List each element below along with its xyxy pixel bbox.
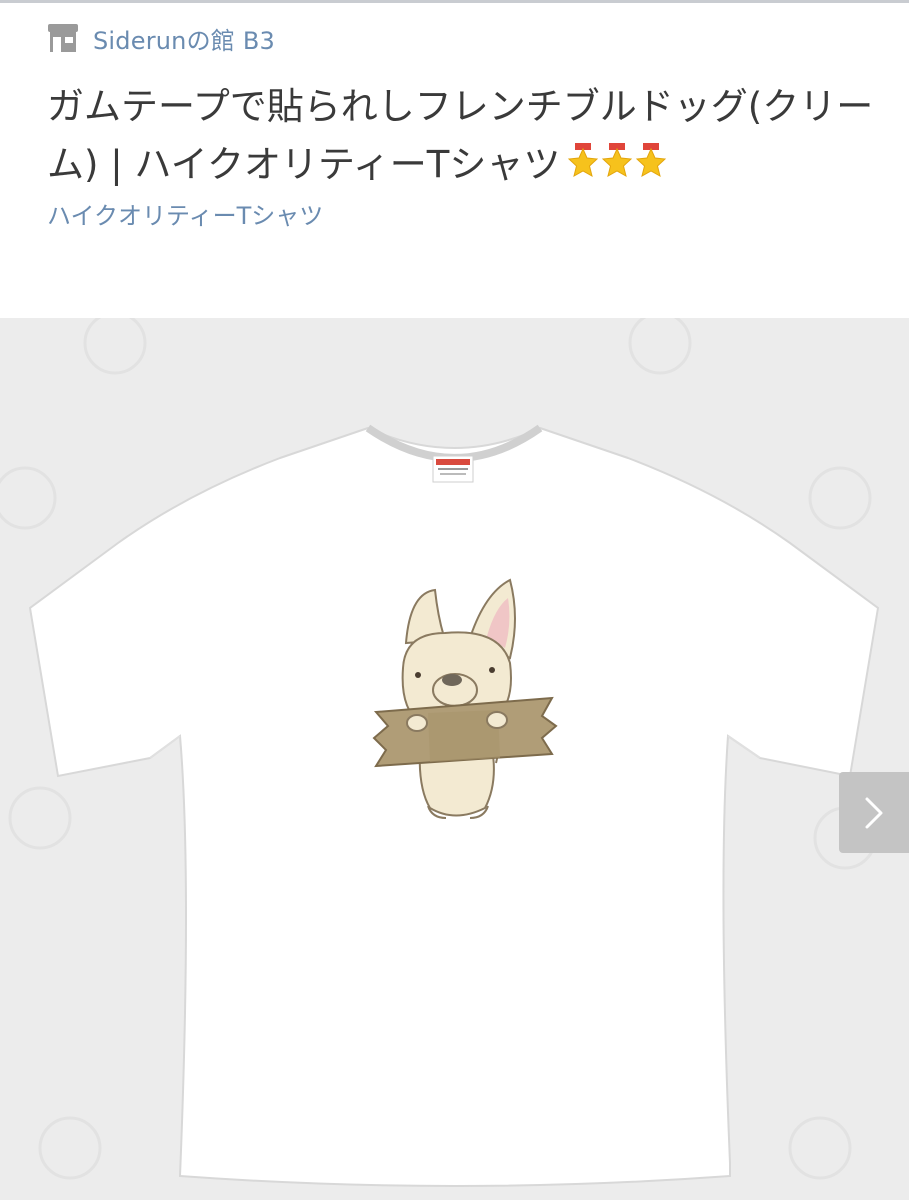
- product-title-text: ガムテープで貼られしフレンチブルドッグ(クリーム) | ハイクオリティーTシャツ: [47, 85, 874, 186]
- store-icon: [48, 24, 78, 52]
- shop-link[interactable]: Siderunの館 B3: [47, 20, 275, 56]
- progress-line: [0, 0, 909, 3]
- product-title: ガムテープで貼られしフレンチブルドッグ(クリーム) | ハイクオリティーTシャツ: [47, 78, 877, 194]
- category-link[interactable]: ハイクオリティーTシャツ: [47, 196, 323, 231]
- star-icon: [636, 143, 667, 177]
- product-image-gallery[interactable]: [0, 318, 909, 1200]
- rating-badges: [566, 143, 668, 179]
- shop-name[interactable]: Siderunの館 B3: [93, 21, 275, 56]
- star-icon: [568, 143, 599, 177]
- chevron-right-icon: [865, 797, 883, 828]
- star-icon: [602, 143, 633, 177]
- next-image-button[interactable]: [839, 772, 909, 853]
- tshirt-icon: [28, 424, 880, 1187]
- product-page: Siderunの館 B3 ガムテープで貼られしフレンチブルドッグ(クリーム) |…: [0, 0, 909, 1200]
